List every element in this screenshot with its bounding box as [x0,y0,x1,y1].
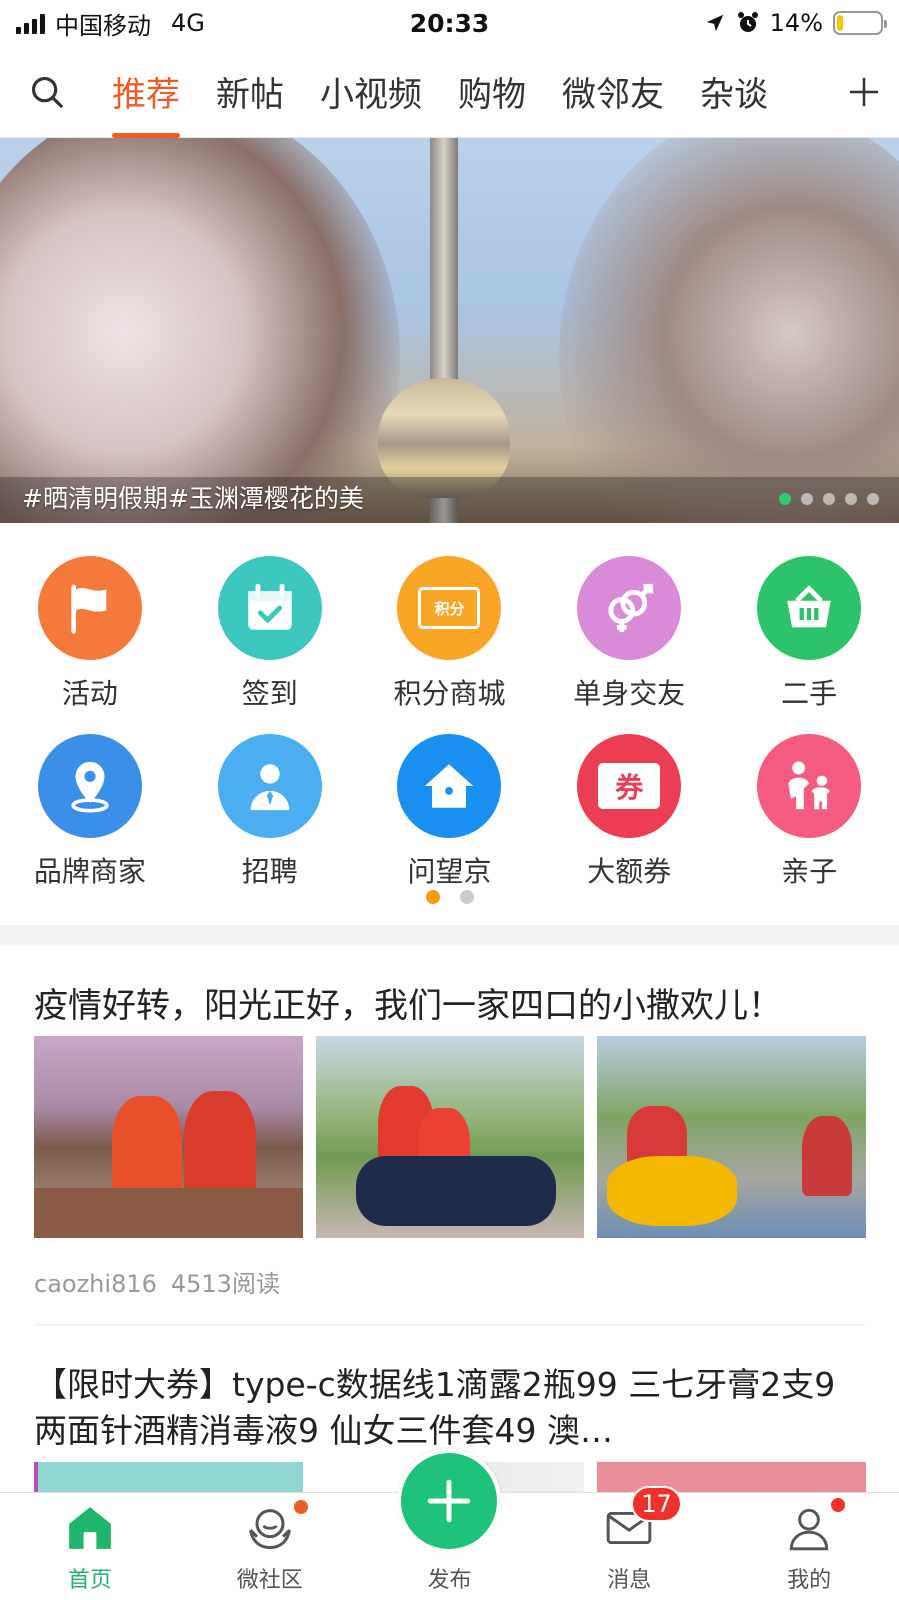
house-icon [397,734,502,838]
unread-count-badge: 17 [631,1486,682,1522]
post-author[interactable]: caozhi816 [34,1270,157,1298]
points-card-text: 积分 [418,587,481,629]
post-image[interactable] [315,1036,585,1238]
community-icon [242,1498,310,1556]
bottom-tab-me[interactable]: 我的 [719,1493,899,1600]
grid-label: 品牌商家 [33,855,146,888]
points-card-icon: 积分 [397,556,502,660]
tab-chat[interactable]: 杂谈 [682,46,786,138]
location-pin-icon [37,734,142,838]
alarm-icon [737,12,758,32]
banner-image [0,138,400,523]
banner-pager [779,493,879,505]
post-meta: caozhi816 4513阅读 [34,1264,280,1299]
bottom-tab-bar: 首页 微社区 发布 17 消息 我的 [0,1449,899,1600]
coupon-icon: 券 [577,734,682,838]
add-tab-button[interactable] [829,46,899,138]
banner-dot[interactable] [779,493,791,505]
flag-icon [37,556,142,660]
plus-icon [428,1479,471,1523]
bottom-tab-label: 消息 [607,1568,652,1593]
bottom-tab-label: 微社区 [236,1568,303,1593]
grid-item-jobs[interactable]: 招聘 [180,718,360,896]
grid-page-dot[interactable] [459,890,474,904]
grid-label: 招聘 [241,855,298,888]
signal-icon [16,12,45,34]
tab-neighbors[interactable]: 微邻友 [544,46,682,138]
notification-dot [829,1496,848,1514]
basket-icon [757,556,862,660]
bottom-tab-label: 我的 [787,1568,832,1593]
grid-label: 亲子 [781,855,838,888]
tab-short-video[interactable]: 小视频 [302,46,440,138]
person-tie-icon [217,734,322,838]
grid-label: 二手 [781,677,838,710]
gender-rings-icon [577,556,682,660]
post-image[interactable] [34,1036,303,1238]
bottom-tab-community[interactable]: 微社区 [180,1493,360,1600]
bottom-tab-home[interactable]: 首页 [0,1493,180,1600]
bottom-tab-label: 发布 [427,1568,472,1593]
feature-grid: 活动 签到 积分 积分商城 单身交友 二手 品牌商家 招聘 问望京 券 大额券 … [0,540,899,896]
tab-new-posts[interactable]: 新帖 [198,46,302,138]
battery-percent: 14% [769,9,823,37]
banner-carousel[interactable]: #晒清明假期#玉渊潭樱花的美 [0,138,899,523]
post-image[interactable] [597,1462,867,1492]
grid-label: 积分商城 [393,677,506,710]
mail-icon: 17 [601,1486,682,1556]
top-nav: 推荐 新帖 小视频 购物 微邻友 杂谈 [0,46,899,138]
banner-dot[interactable] [801,493,813,505]
grid-item-parenting[interactable]: 亲子 [719,718,899,896]
user-icon [781,1496,848,1556]
carrier-name: 中国移动 [55,11,151,40]
post-title[interactable]: 疫情好转，阳光正好，我们一家四口的小撒欢儿！ [34,978,782,1027]
tab-shopping[interactable]: 购物 [440,46,544,138]
grid-label: 单身交友 [573,677,686,710]
bottom-tab-publish[interactable]: 发布 [360,1449,540,1600]
banner-dot[interactable] [845,493,857,505]
network-type: 4G [171,9,205,37]
grid-item-activity[interactable]: 活动 [0,540,180,718]
grid-label: 大额券 [587,855,672,888]
bottom-tab-messages[interactable]: 17 消息 [539,1486,719,1600]
post-read-count: 4513阅读 [170,1270,280,1298]
grid-item-points-mall[interactable]: 积分 积分商城 [360,540,540,718]
search-button[interactable] [0,46,94,138]
banner-dot[interactable] [823,493,835,505]
status-bar: 中国移动 4G 20:33 14% [0,0,899,46]
bottom-tab-label: 首页 [67,1568,112,1593]
grid-item-secondhand[interactable]: 二手 [719,540,899,718]
grid-item-brand-merchants[interactable]: 品牌商家 [0,718,180,896]
coupon-text: 券 [598,763,661,809]
banner-dot[interactable] [867,493,879,505]
post-divider [34,1324,865,1325]
search-icon [31,76,63,108]
parent-child-icon [757,734,862,838]
post-image[interactable] [597,1036,867,1238]
grid-label: 签到 [241,677,298,710]
tab-recommend[interactable]: 推荐 [94,46,198,138]
grid-item-ask-wangjing[interactable]: 问望京 [360,718,540,896]
grid-item-checkin[interactable]: 签到 [180,540,360,718]
post-images[interactable] [34,1036,867,1238]
post-image[interactable] [34,1462,303,1492]
publish-button[interactable] [397,1449,502,1553]
grid-item-big-coupon[interactable]: 券 大额券 [539,718,719,896]
notification-dot [291,1498,310,1516]
location-arrow-icon [706,14,723,32]
grid-item-dating[interactable]: 单身交友 [539,540,719,718]
banner-caption: #晒清明假期#玉渊潭樱花的美 [22,484,364,513]
grid-page-dot[interactable] [425,890,440,904]
home-icon [62,1500,118,1556]
grid-label: 问望京 [407,855,492,888]
grid-label: 活动 [61,677,118,710]
grid-pager [0,890,899,904]
battery-icon [833,11,887,35]
banner-image-right [559,138,899,523]
section-divider [0,925,899,945]
calendar-check-icon [217,556,322,660]
plus-icon [849,77,879,106]
post-title[interactable]: 【限时大券】type-c数据线1滴露2瓶99 三七牙膏2支9 两面针酒精消毒液9… [34,1362,866,1454]
